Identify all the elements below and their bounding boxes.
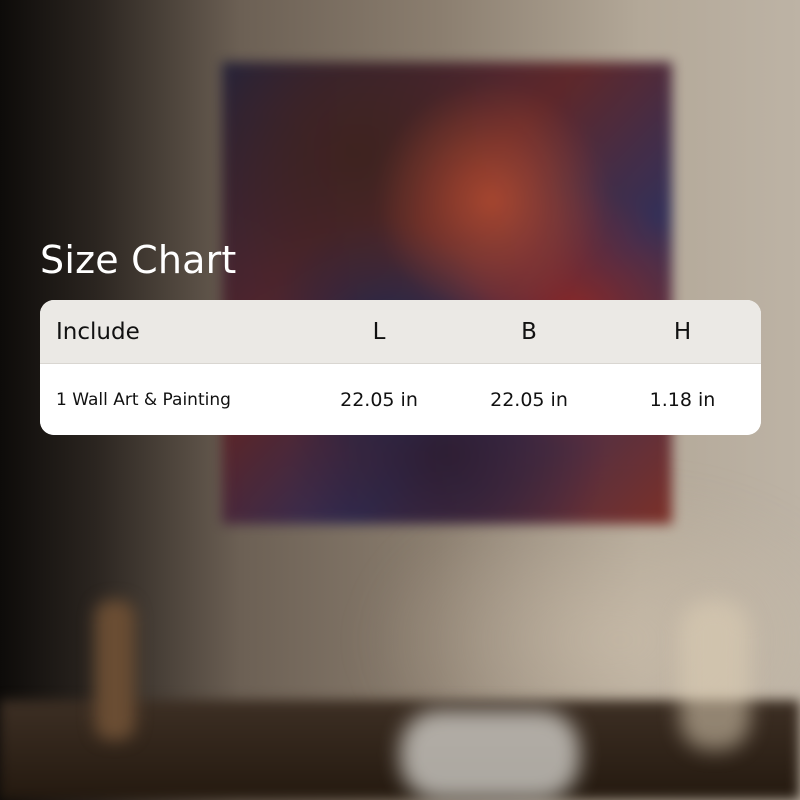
wall-painting-image — [222, 62, 672, 524]
header-include: Include — [56, 318, 140, 345]
cell-breadth: 22.05 in — [490, 388, 568, 411]
cell-height: 1.18 in — [649, 388, 716, 411]
header-height: H — [673, 318, 692, 345]
cell-length: 22.05 in — [340, 388, 418, 411]
vase — [95, 600, 135, 740]
glass-decor — [400, 710, 580, 800]
cell-include: 1 Wall Art & Painting — [56, 389, 231, 410]
size-chart-banner: Size Chart Include L B H 1 Wall Art & Pa… — [0, 0, 800, 800]
page-title: Size Chart — [40, 238, 237, 282]
header-length: L — [372, 318, 386, 345]
table-header-row: Include L B H — [40, 300, 761, 364]
header-breadth: B — [521, 318, 537, 345]
size-table: Include L B H 1 Wall Art & Painting 22.0… — [40, 300, 761, 435]
table-row: 1 Wall Art & Painting 22.05 in 22.05 in … — [40, 364, 761, 435]
lamp — [680, 600, 750, 750]
